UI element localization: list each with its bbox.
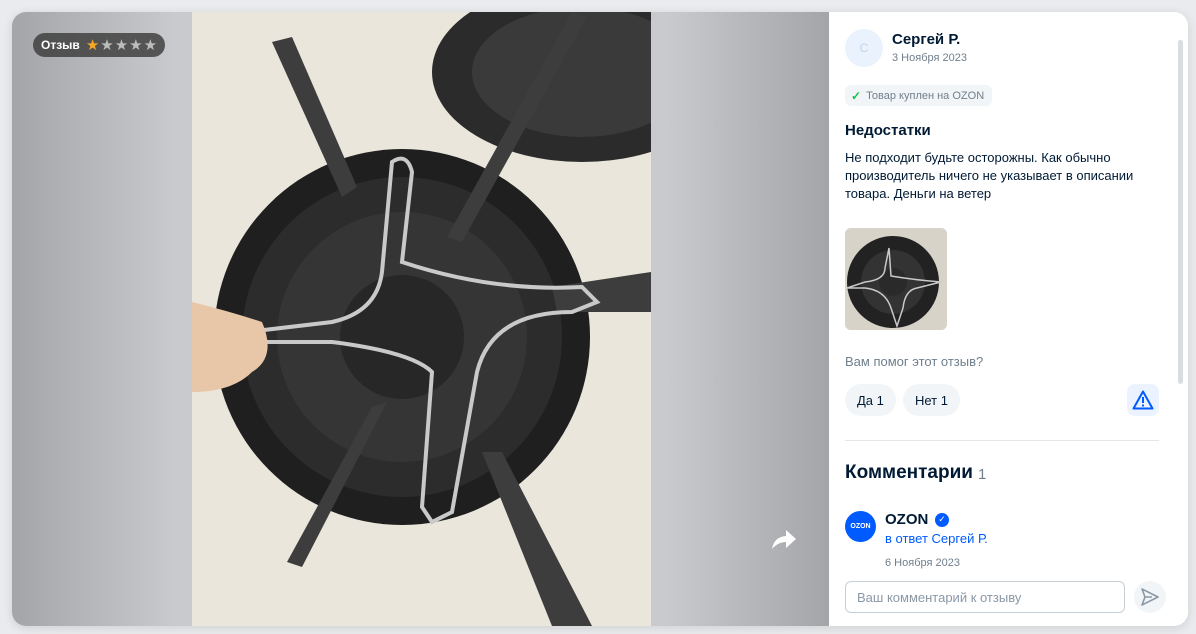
review-panel: С Сергей Р. 3 Ноября 2023 ✓ Товар куплен… (829, 12, 1188, 626)
section-text: Не подходит будьте осторожны. Как обычно… (845, 150, 1134, 201)
purchase-label: Товар куплен на OZON (866, 89, 985, 102)
review-date: 3 Ноября 2023 (892, 52, 967, 64)
comments-title: Комментарии (845, 462, 973, 483)
check-icon: ✓ (851, 88, 862, 103)
rating-stars: ★ ★ ★ ★ ★ (85, 35, 158, 54)
star-icon: ★ (129, 35, 143, 54)
verified-icon: ✓ (935, 513, 949, 527)
section-title: Недостатки (845, 122, 931, 139)
star-icon: ★ (100, 35, 114, 54)
review-thumbnail[interactable] (845, 228, 947, 330)
ozon-logo: OZON (845, 511, 876, 542)
badge-label: Отзыв (41, 38, 80, 52)
star-icon: ★ (85, 35, 100, 54)
divider (845, 440, 1159, 441)
star-icon: ★ (143, 35, 158, 54)
helpful-question: Вам помог этот отзыв? (845, 354, 984, 369)
review-photo[interactable] (192, 12, 651, 626)
comments-count: 1 (978, 466, 987, 483)
review-media: Отзыв ★ ★ ★ ★ ★ (12, 12, 829, 626)
stove-burner-image (192, 12, 651, 626)
report-icon[interactable] (1127, 384, 1159, 416)
reply-to-link[interactable]: в ответ Сергей Р. (885, 531, 988, 546)
purchase-badge: ✓ Товар куплен на OZON (845, 85, 993, 106)
star-icon: ★ (114, 35, 129, 54)
vote-no-button[interactable]: Нет 1 (903, 384, 960, 416)
panel-scrollbar[interactable] (1178, 40, 1183, 384)
comment-date: 6 Ноября 2023 (885, 557, 960, 569)
vote-yes-button[interactable]: Да 1 (845, 384, 896, 416)
comment-author: OZON (885, 511, 929, 528)
review-badge: Отзыв ★ ★ ★ ★ ★ (33, 33, 166, 57)
review-modal: Отзыв ★ ★ ★ ★ ★ С Сергей Р. 3 Ноября 202… (12, 12, 1188, 626)
share-icon[interactable] (768, 525, 798, 555)
author-avatar: С (845, 29, 883, 67)
comment-input[interactable] (845, 581, 1125, 613)
send-icon[interactable] (1134, 581, 1166, 613)
author-name: Сергей Р. (892, 31, 961, 48)
